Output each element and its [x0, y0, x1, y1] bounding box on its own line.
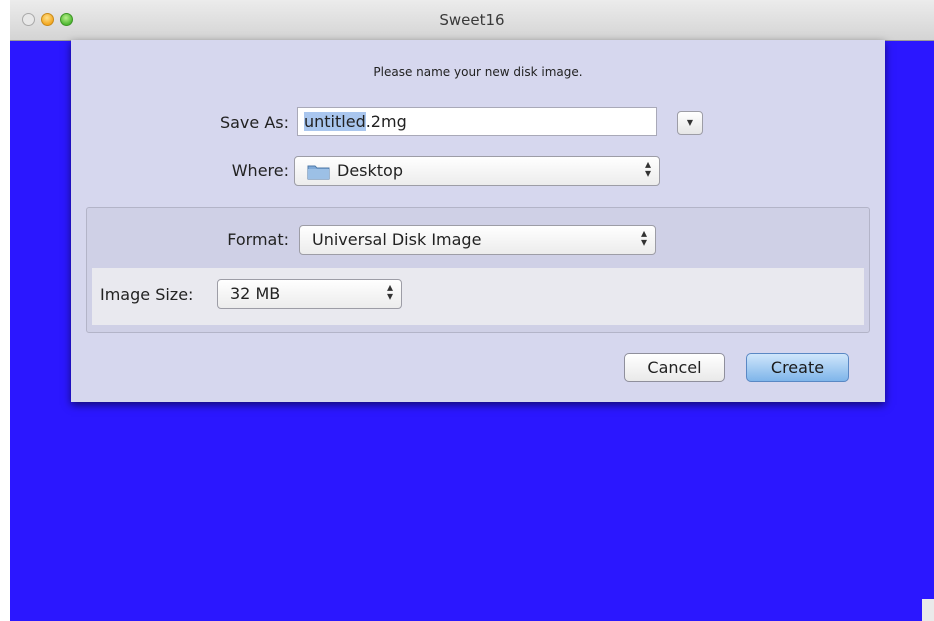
popup-arrows-icon: ▴ ▾ [640, 226, 647, 249]
folder-icon [307, 165, 330, 180]
resize-handle[interactable] [922, 599, 934, 621]
window-title: Sweet16 [439, 11, 505, 29]
where-popup[interactable]: Desktop ▴ ▾ [294, 156, 660, 186]
popup-arrows-icon: ▴ ▾ [386, 280, 393, 303]
image-size-label: Image Size: [100, 285, 194, 304]
create-button[interactable]: Create [746, 353, 849, 382]
save-as-label: Save As: [219, 113, 289, 132]
expand-save-panel-button[interactable]: ▼ [677, 111, 703, 135]
image-size-value: 32 MB [230, 284, 281, 303]
dialog-prompt: Please name your new disk image. [373, 65, 583, 79]
image-size-popup[interactable]: 32 MB ▴ ▾ [217, 279, 402, 309]
options-group: Format: Universal Disk Image ▴ ▾ Image Si… [86, 207, 870, 333]
save-as-selected-text: untitled [304, 112, 366, 131]
format-label: Format: [227, 230, 289, 249]
where-label: Where: [231, 161, 289, 180]
disclosure-triangle-icon: ▼ [686, 118, 694, 127]
cancel-button[interactable]: Cancel [624, 353, 725, 382]
where-value: Desktop [337, 161, 403, 180]
new-disk-image-sheet: Please name your new disk image. Save As… [71, 40, 885, 402]
save-as-extension-text: .2mg [365, 112, 407, 131]
save-as-field[interactable]: untitled.2mg [297, 107, 657, 136]
popup-arrows-icon: ▴ ▾ [644, 157, 651, 180]
title-bar[interactable]: Sweet16 [10, 0, 934, 41]
format-value: Universal Disk Image [312, 230, 482, 249]
format-popup[interactable]: Universal Disk Image ▴ ▾ [299, 225, 656, 255]
app-window: Sweet16 Please name your new disk image.… [10, 0, 934, 621]
image-size-row: Image Size: 32 MB ▴ ▾ [92, 268, 864, 325]
